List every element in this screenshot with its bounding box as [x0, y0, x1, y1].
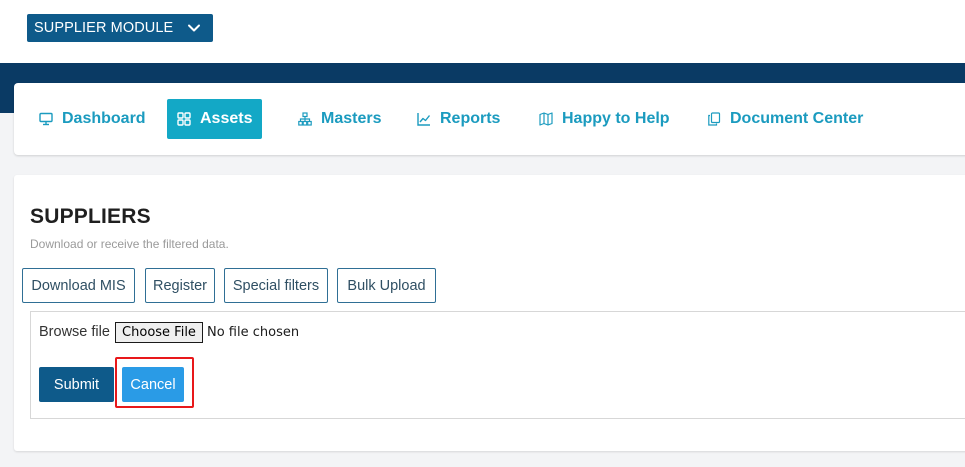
page-subtitle: Download or receive the filtered data.: [30, 237, 229, 251]
file-status-text: No file chosen: [207, 325, 300, 340]
monitor-icon: [39, 112, 53, 126]
browse-file-label: Browse file: [39, 324, 110, 340]
upload-panel: Browse file Choose File No file chosen S…: [30, 311, 965, 419]
nav-item-reports[interactable]: Reports: [407, 99, 510, 139]
hierarchy-icon: [298, 112, 312, 126]
page-title: SUPPLIERS: [30, 205, 151, 228]
nav-item-label: Assets: [200, 110, 253, 127]
nav-item-masters[interactable]: Masters: [288, 99, 391, 139]
module-selector-label: SUPPLIER MODULE: [34, 20, 174, 36]
choose-file-button[interactable]: Choose File: [115, 322, 203, 343]
nav-item-label: Document Center: [730, 110, 864, 127]
map-icon: [539, 112, 553, 126]
line-chart-icon: [417, 113, 431, 126]
nav-item-document-center[interactable]: Document Center: [697, 99, 873, 139]
nav-item-label: Masters: [321, 110, 382, 127]
nav-item-label: Reports: [440, 110, 501, 127]
documents-icon: [708, 112, 721, 126]
main-nav: Dashboard Assets Masters Reports Happy t…: [14, 83, 965, 155]
nav-item-happy-to-help[interactable]: Happy to Help: [529, 99, 680, 139]
nav-item-label: Dashboard: [62, 110, 146, 127]
register-button[interactable]: Register: [145, 268, 215, 303]
suppliers-card: SUPPLIERS Download or receive the filter…: [14, 175, 965, 451]
nav-item-assets[interactable]: Assets: [167, 99, 263, 139]
grid-icon: [177, 112, 191, 126]
special-filters-button[interactable]: Special filters: [224, 268, 328, 303]
nav-item-label: Happy to Help: [562, 110, 670, 127]
chevron-down-icon: [188, 24, 200, 32]
cancel-button[interactable]: Cancel: [122, 367, 184, 402]
download-mis-button[interactable]: Download MIS: [22, 268, 135, 303]
submit-button[interactable]: Submit: [39, 367, 114, 402]
module-selector[interactable]: SUPPLIER MODULE: [27, 14, 213, 42]
bulk-upload-button[interactable]: Bulk Upload: [337, 268, 436, 303]
nav-item-dashboard[interactable]: Dashboard: [29, 99, 156, 139]
